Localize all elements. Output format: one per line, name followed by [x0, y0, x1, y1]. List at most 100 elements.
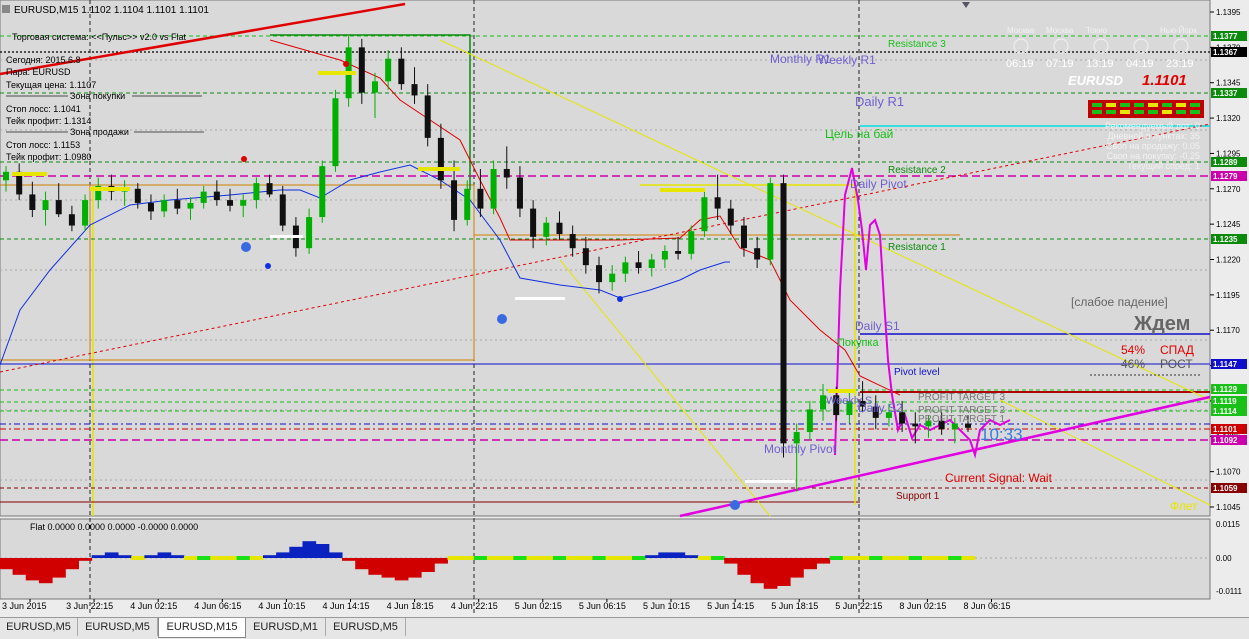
osc-flat-bar [935, 556, 949, 560]
osc-bar [750, 558, 765, 584]
time-tick: 4 Jun 06:15 [194, 601, 241, 611]
osc-bar [737, 558, 752, 575]
osc-bar [407, 558, 422, 578]
tab-eurusd-m5-3[interactable]: EURUSD,M5 [326, 618, 406, 636]
svg-text:1.1235: 1.1235 [1213, 235, 1238, 244]
osc-flat-bar [183, 556, 198, 560]
session-time: 07:19 [1046, 58, 1074, 70]
osc-flat-bar [842, 556, 857, 560]
osc-flat-bar [921, 556, 936, 560]
price-marker: 1.1289 [1211, 157, 1247, 167]
osc-bar [38, 558, 53, 584]
osc-bar [355, 558, 369, 570]
time-tick: 4 Jun 10:15 [258, 601, 305, 611]
osc-bar [52, 558, 66, 578]
bull-candle [767, 177, 774, 266]
price-marker: 1.1367 [1211, 47, 1247, 57]
osc-flat-bar [592, 556, 607, 560]
tab-eurusd-m5-2[interactable]: EURUSD,M5 [78, 618, 158, 636]
dot [241, 156, 247, 162]
tab-eurusd-m15[interactable]: EURUSD,M15 [158, 618, 246, 638]
dot [343, 61, 349, 67]
pivot-circle [730, 500, 740, 510]
label-daily-s2: Daily S2 [858, 401, 903, 415]
indicator-tick: 0.0115 [1216, 520, 1240, 529]
time-tick: 8 Jun 02:15 [899, 601, 946, 611]
tab-eurusd-m1[interactable]: EURUSD,M1 [246, 618, 326, 636]
svg-text:1.1337: 1.1337 [1213, 89, 1238, 98]
osc-flat-bar [487, 556, 501, 560]
osc-bar [104, 552, 119, 558]
panel-swap-buy: Своп на покупку: -0.25 [1107, 151, 1200, 161]
pct-down: 54% [1121, 343, 1145, 357]
price-tick: 1.1395 [1216, 8, 1241, 17]
dot [265, 263, 271, 269]
osc-bar [91, 555, 106, 558]
osc-bar [289, 546, 304, 558]
price-tick: 1.1245 [1216, 220, 1241, 229]
osc-bar [816, 558, 831, 564]
label-pokupka: Покупка [837, 337, 879, 349]
osc-flat-bar [500, 556, 514, 560]
signal-bar [418, 167, 460, 171]
osc-bar [65, 558, 79, 570]
osc-bar [144, 555, 159, 558]
chart-canvas[interactable]: EURUSD,M15 1.1102 1.1104 1.1101 1.1101 Т… [0, 0, 1249, 617]
label-resistance2: Resistance 2 [888, 165, 946, 176]
svg-text:1.1279: 1.1279 [1213, 172, 1238, 181]
svg-text:1.1367: 1.1367 [1213, 48, 1238, 57]
wait-text: Ждем [1133, 313, 1190, 335]
svg-text:1.1059: 1.1059 [1213, 484, 1238, 493]
osc-bar [276, 552, 290, 558]
time-tick: 8 Jun 06:15 [964, 601, 1011, 611]
osc-flat-bar [460, 556, 475, 560]
time-tick: 5 Jun 14:15 [707, 601, 754, 611]
osc-flat-bar [249, 556, 264, 560]
osc-flat-bar [908, 556, 923, 560]
osc-flat-bar [131, 556, 145, 560]
panel-symbol: EURUSD [1068, 73, 1124, 88]
label-support1: Support 1 [896, 491, 940, 502]
osc-flat-bar [579, 556, 593, 560]
osc-flat-bar [855, 556, 870, 560]
time-tick: 4 Jun 22:15 [451, 601, 498, 611]
session-time: 23:19 [1166, 58, 1194, 70]
info-today: Сегодня: 2015.6.8 [6, 55, 81, 65]
time-tick: 5 Jun 22:15 [835, 601, 882, 611]
trend-text: [слабое падение] [1071, 295, 1168, 309]
label-countdown: 10:33 [980, 425, 1023, 444]
time-tick: 4 Jun 14:15 [323, 601, 370, 611]
price-marker: 1.1059 [1211, 483, 1247, 493]
session-label: Москва [1007, 26, 1035, 35]
time-tick: 4 Jun 18:15 [387, 601, 434, 611]
info-buy-stop: Стоп лосс: 1.1041 [6, 104, 81, 114]
osc-flat-bar [210, 556, 224, 560]
osc-flat-bar [948, 556, 962, 560]
osc-bar [658, 552, 672, 558]
osc-bar [328, 552, 343, 558]
down-label: СПАД [1160, 343, 1194, 357]
osc-bar [763, 558, 778, 589]
svg-text:1.1101: 1.1101 [1213, 425, 1238, 434]
dot [617, 296, 623, 302]
signal-bar [12, 172, 47, 176]
indicator-tick: -0.0111 [1216, 587, 1242, 596]
osc-bar [671, 552, 686, 558]
tab-eurusd-m5-1[interactable]: EURUSD,M5 [0, 618, 78, 636]
osc-bar [381, 558, 396, 578]
time-tick: 5 Jun 18:15 [771, 601, 818, 611]
price-marker: 1.1101 [1211, 424, 1247, 434]
osc-flat-bar [605, 556, 620, 560]
osc-flat-bar [961, 556, 976, 560]
price-marker: 1.1235 [1211, 234, 1247, 244]
signal-bar [828, 389, 856, 393]
white-marker [515, 297, 565, 300]
osc-bar [394, 558, 409, 581]
label-pivot-level: Pivot level [894, 367, 940, 378]
bull-candle [332, 89, 339, 172]
osc-flat-bar [829, 556, 844, 560]
info-sell-stop: Стоп лосс: 1.1153 [6, 140, 80, 150]
svg-text:1.1147: 1.1147 [1213, 360, 1238, 369]
session-label: Токио [1086, 26, 1108, 35]
osc-bar [0, 558, 14, 570]
